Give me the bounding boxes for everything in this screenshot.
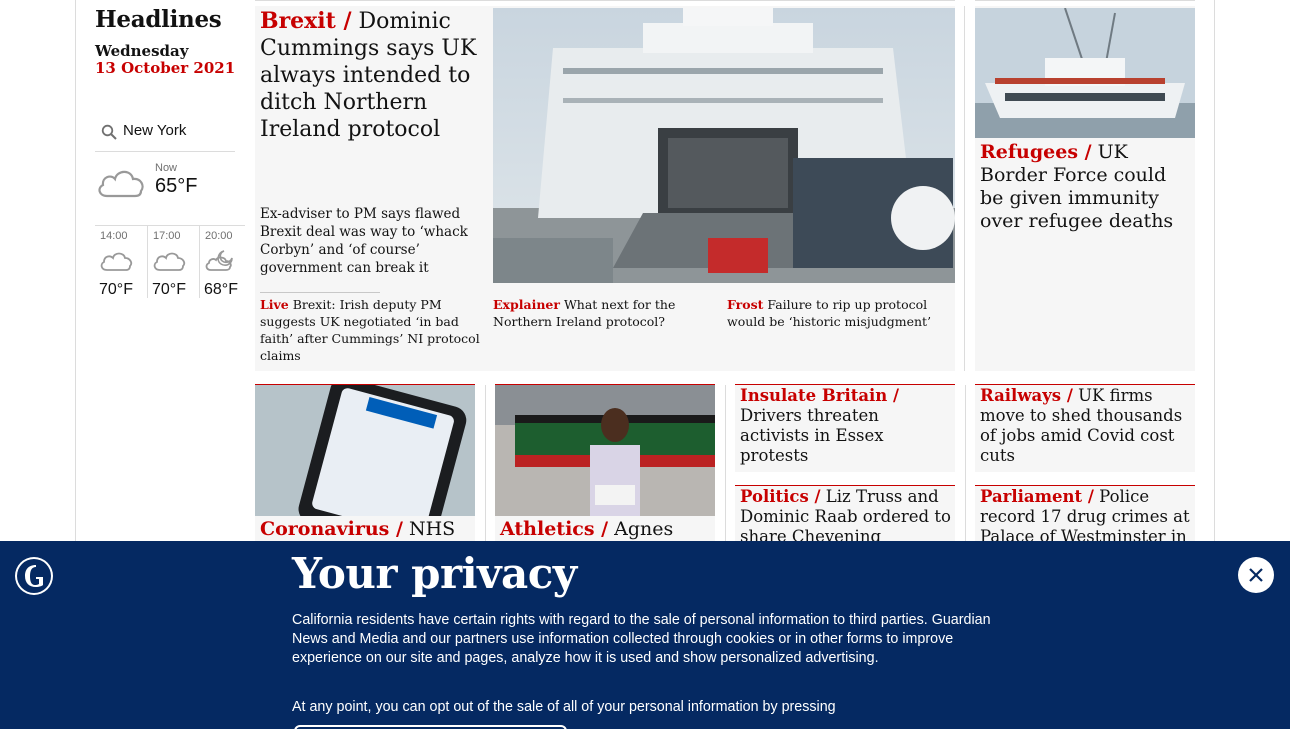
story-headline-text: NHS [408, 518, 456, 540]
story-headline[interactable]: Coronavirus / NHS [260, 519, 472, 539]
divider [260, 292, 380, 293]
story-headline-text: Agnes [614, 518, 674, 540]
main-standfirst: Ex-adviser to PM says flawed Brexit deal… [260, 206, 468, 276]
date-full: 13 October 2021 [95, 59, 236, 77]
story-kicker: Refugees / [980, 141, 1092, 163]
story-kicker: Athletics / [500, 518, 609, 540]
weather-now: Now 65°F [95, 158, 235, 224]
location-text: New York [123, 122, 187, 139]
main-kicker: Brexit / [260, 8, 352, 34]
main-headline[interactable]: Brexit / Dominic Cummings says UK always… [260, 8, 485, 143]
forecast-time: 14:00 [100, 230, 128, 242]
column-divider [485, 385, 486, 545]
story-headline[interactable]: Athletics / Agnes [500, 519, 712, 539]
cloud-icon [100, 252, 133, 271]
divider [735, 384, 955, 385]
now-label: Now [155, 162, 178, 174]
privacy-banner: Your privacy California residents have c… [0, 541, 1290, 729]
forecast-item: 17:00 70°F [147, 226, 197, 298]
forecast-temp: 70°F [99, 281, 133, 298]
related-link[interactable]: Explainer What next for the Northern Ire… [493, 296, 708, 330]
privacy-body: California residents have certain rights… [292, 612, 991, 666]
related-kicker: Explainer [493, 297, 560, 312]
related-link[interactable]: Frost Failure to rip up protocol would b… [727, 296, 947, 330]
privacy-title: Your privacy [292, 549, 577, 598]
opt-out-button[interactable] [294, 725, 567, 729]
story-kicker: Coronavirus / [260, 518, 403, 540]
close-icon [1249, 568, 1263, 582]
story-kicker: Politics / [740, 487, 821, 506]
athlete-photo[interactable] [495, 385, 715, 516]
divider [975, 485, 1195, 486]
story-kicker: Parliament / [980, 487, 1094, 506]
forecast-time: 20:00 [205, 230, 233, 242]
cloud-icon [98, 170, 144, 198]
forecast-item: 20:00 68°F [199, 226, 249, 298]
now-temperature: 65°F [155, 175, 198, 197]
border-force-boat-photo[interactable] [975, 8, 1195, 138]
story-headline[interactable]: Railways / UK firms move to shed thousan… [980, 386, 1192, 466]
story-kicker: Insulate Britain / [740, 386, 900, 405]
forecast-temp: 70°F [152, 281, 186, 298]
close-button[interactable] [1238, 557, 1274, 593]
location-search[interactable]: New York [95, 118, 235, 152]
story-headline-text: Drivers threaten activists in Essex prot… [740, 406, 884, 465]
section-title: Headlines [95, 6, 222, 33]
ferry-photo[interactable] [493, 8, 955, 283]
nhs-app-phone-photo[interactable] [255, 385, 475, 516]
partly-cloudy-night-icon [205, 250, 233, 271]
divider [975, 384, 1195, 385]
story-headline[interactable]: Insulate Britain / Drivers threaten acti… [740, 386, 952, 466]
column-divider [725, 385, 726, 545]
forecast: 14:00 70°F 17:00 70°F 20:00 68°F [95, 225, 245, 298]
privacy-body-optout: At any point, you can opt out of the sal… [292, 699, 836, 715]
date-day: Wednesday [95, 42, 189, 60]
related-link[interactable]: Live Brexit: Irish deputy PM suggests UK… [260, 296, 480, 364]
story-headline[interactable]: Refugees / UK Border Force could be give… [980, 141, 1192, 233]
guardian-logo-icon [15, 557, 53, 595]
divider [735, 485, 955, 486]
forecast-time: 17:00 [153, 230, 181, 242]
column-divider [964, 6, 965, 371]
cloud-icon [153, 252, 186, 271]
story-kicker: Railways / [980, 386, 1073, 405]
search-icon [101, 124, 117, 140]
forecast-temp: 68°F [204, 281, 238, 298]
related-text: Brexit: Irish deputy PM suggests UK nego… [260, 297, 480, 363]
related-kicker: Live [260, 297, 289, 312]
divider [255, 0, 955, 1]
related-kicker: Frost [727, 297, 764, 312]
column-divider [965, 385, 966, 545]
divider [975, 0, 1195, 1]
forecast-item: 14:00 70°F [95, 226, 145, 298]
